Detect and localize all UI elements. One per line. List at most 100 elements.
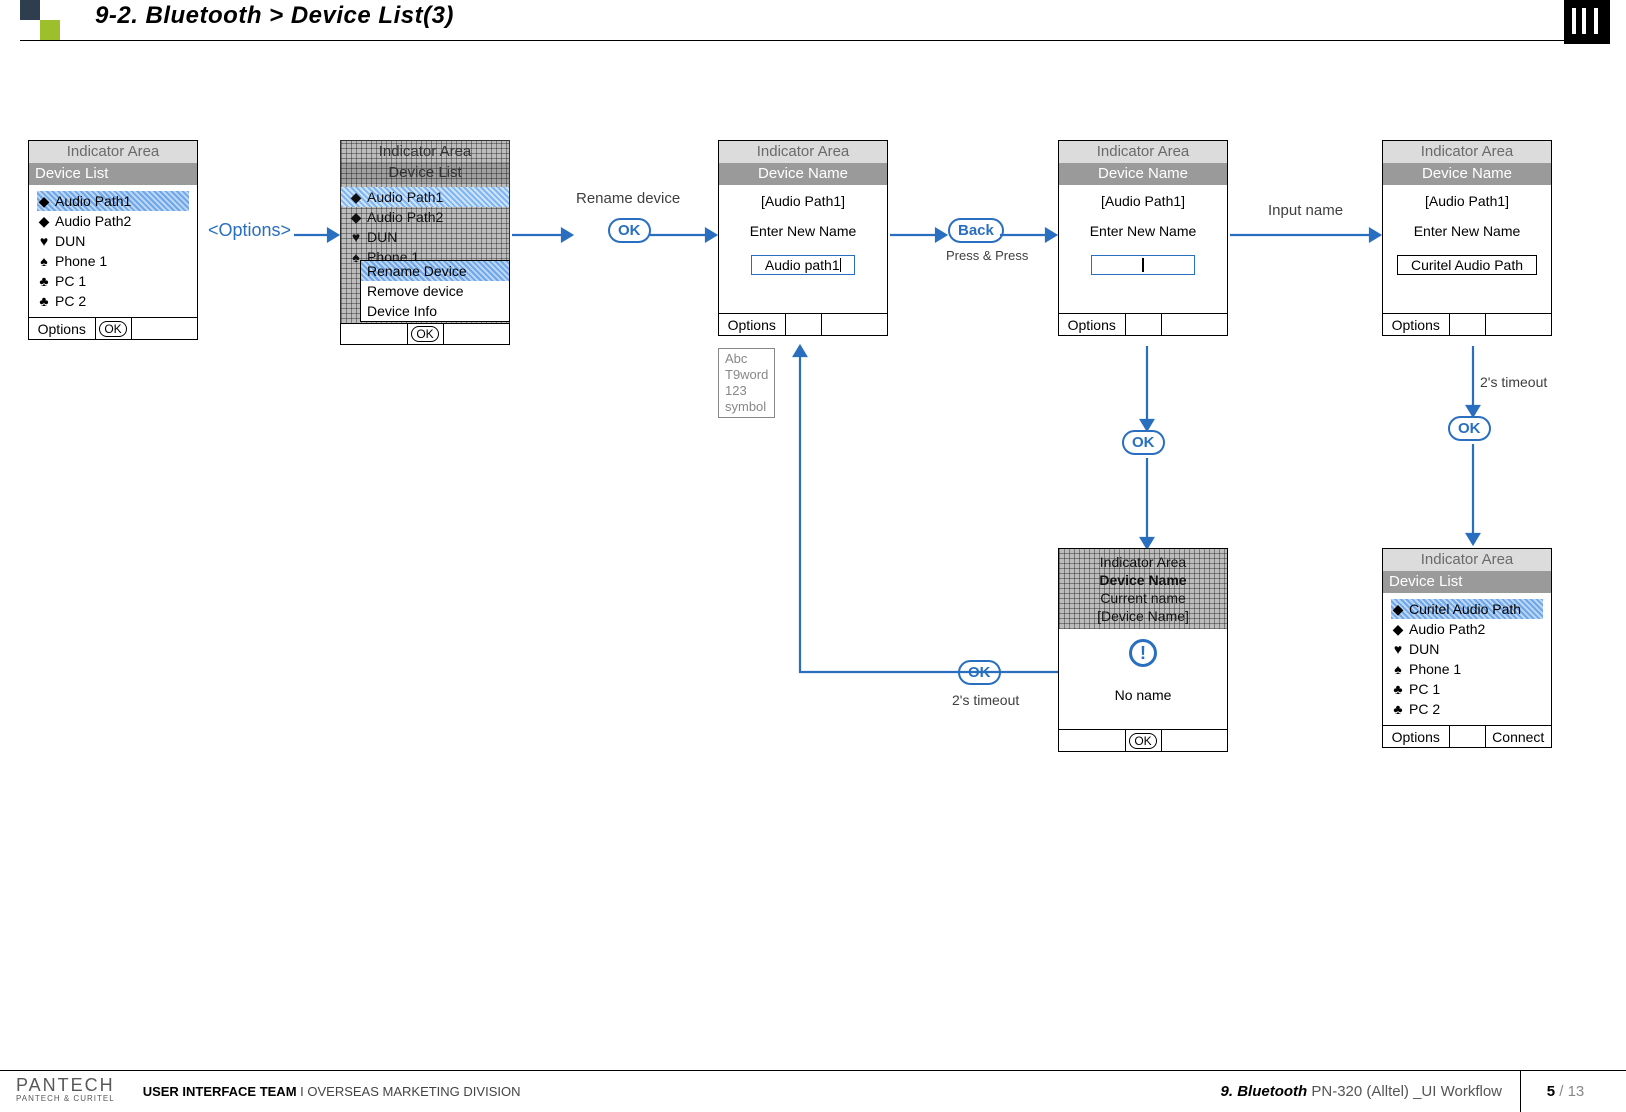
popup-item-rename[interactable]: Rename Device — [361, 261, 509, 281]
indicator-area: Indicator Area — [1383, 549, 1551, 571]
list-item-label: PC 1 — [1409, 679, 1440, 699]
ime-mode: 123 — [725, 383, 768, 399]
screen-title: Device Name — [1383, 163, 1551, 185]
list-item: ◆Audio Path1 — [341, 187, 509, 207]
indicator-area: Indicator Area — [29, 141, 197, 163]
header: 9-2. Bluetooth > Device List(3) — [0, 0, 1626, 42]
transition-label-options: <Options> — [208, 220, 291, 241]
list-item[interactable]: ◆Audio Path2 — [37, 211, 189, 231]
arrow-right-icon — [890, 228, 946, 242]
screen-no-name-alert: Indicator Area Device Name Current name … — [1058, 548, 1228, 752]
arrow-down-icon — [1466, 444, 1480, 544]
club-icon: ♣ — [37, 291, 51, 311]
softkey-left[interactable]: Options — [1383, 726, 1450, 747]
screen-title: Device List — [29, 163, 197, 185]
arrow-return-icon — [800, 346, 1060, 674]
indicator-area: Indicator Area — [719, 141, 887, 163]
arrow-right-icon — [1000, 228, 1056, 242]
list-item[interactable]: ♣PC 1 — [1391, 679, 1543, 699]
list-item: ♥DUN — [341, 227, 509, 247]
doc-title: 9. Bluetooth PN-320 (Alltel) _UI Workflo… — [1221, 1083, 1502, 1100]
list-item[interactable]: ♣PC 2 — [1391, 699, 1543, 719]
ok-pill-icon: OK — [1129, 733, 1156, 749]
ok-pill-icon[interactable]: OK — [411, 326, 438, 342]
name-input[interactable]: Audio path1 — [751, 255, 855, 275]
softkey-right[interactable] — [132, 318, 198, 339]
list-item-label: Audio Path2 — [1409, 619, 1485, 639]
ime-mode-list: Abc T9word 123 symbol — [718, 348, 775, 418]
indicator-area: Indicator Area — [1059, 141, 1227, 163]
list-item[interactable]: ◆Audio Path2 — [1391, 619, 1543, 639]
screen-title: Device List — [341, 162, 509, 183]
softkey-right[interactable] — [1486, 314, 1552, 335]
list-item: ◆Audio Path2 — [341, 207, 509, 227]
list-item-label: DUN — [1409, 639, 1439, 659]
screen-title: Device Name — [719, 163, 887, 185]
list-item[interactable]: ♣PC 2 — [37, 291, 189, 311]
list-item[interactable]: ♠Phone 1 — [1391, 659, 1543, 679]
diamond-icon: ◆ — [37, 191, 51, 211]
enter-new-name-label: Enter New Name — [1391, 221, 1543, 241]
enter-new-name-label: Enter New Name — [727, 221, 879, 241]
transition-label-input-name: Input name — [1268, 202, 1343, 219]
list-item-label: PC 2 — [1409, 699, 1440, 719]
transition-label-rename: Rename device — [576, 190, 680, 207]
arrow-down-icon — [1140, 346, 1154, 430]
brand-logo-icon — [1564, 0, 1610, 44]
ok-badge: OK — [608, 218, 651, 243]
softkey-left[interactable]: Options — [29, 318, 96, 339]
list-item-label: DUN — [55, 231, 85, 251]
arrow-right-icon — [650, 228, 716, 242]
alert-message: No name — [1067, 685, 1219, 705]
header-accent-green — [40, 20, 60, 40]
options-popup: Rename Device Remove device Device Info — [360, 260, 510, 322]
list-item[interactable]: ♥DUN — [1391, 639, 1543, 659]
back-badge: Back — [948, 218, 1004, 243]
current-name-bracket: [Audio Path1] — [1391, 191, 1543, 211]
ok-pill-icon: OK — [99, 321, 126, 337]
ime-mode: T9word — [725, 367, 768, 383]
header-accent-dark — [20, 0, 40, 20]
timeout-label: 2's timeout — [952, 692, 1019, 708]
name-input[interactable] — [1091, 255, 1195, 275]
team-label: USER INTERFACE TEAM I OVERSEAS MARKETING… — [143, 1084, 521, 1099]
diamond-icon: ◆ — [37, 211, 51, 231]
list-item-label: Phone 1 — [55, 251, 107, 271]
list-item[interactable]: ♣PC 1 — [37, 271, 189, 291]
softkey-right[interactable] — [1162, 314, 1228, 335]
footer: PANTECH PANTECH & CURITEL USER INTERFACE… — [0, 1070, 1626, 1112]
list-item[interactable]: ◆Audio Path1 — [37, 191, 189, 211]
popup-item-info[interactable]: Device Info — [361, 301, 509, 321]
screen-device-name-edit: Indicator Area Device Name [Audio Path1]… — [718, 140, 888, 336]
arrow-right-icon — [512, 228, 572, 242]
list-item[interactable]: ♠Phone 1 — [37, 251, 189, 271]
arrow-right-icon — [1230, 228, 1380, 242]
softkey-left[interactable]: Options — [1059, 314, 1126, 335]
softkey-left[interactable]: Options — [1383, 314, 1450, 335]
ime-mode: Abc — [725, 351, 768, 367]
list-item-label: Curitel Audio Path — [1409, 599, 1521, 619]
arrow-right-icon — [294, 228, 338, 242]
list-item-label: PC 1 — [55, 271, 86, 291]
diamond-icon: ◆ — [1391, 599, 1405, 619]
name-input[interactable]: Curitel Audio Path — [1397, 255, 1537, 275]
club-icon: ♣ — [1391, 679, 1405, 699]
softkey-left[interactable]: Options — [719, 314, 786, 335]
softkey-center[interactable]: OK — [96, 318, 132, 339]
screen-title: Device List — [1383, 571, 1551, 593]
list-item-label: Audio Path2 — [55, 211, 131, 231]
list-item[interactable]: ♥DUN — [37, 231, 189, 251]
screen-device-list-1: Indicator Area Device List ◆Audio Path1 … — [28, 140, 198, 340]
ok-badge: OK — [1122, 430, 1165, 455]
brand-wordmark: PANTECH PANTECH & CURITEL — [16, 1078, 115, 1106]
popup-item-remove[interactable]: Remove device — [361, 281, 509, 301]
club-icon: ♣ — [37, 271, 51, 291]
softkey-right[interactable]: Connect — [1486, 726, 1552, 747]
list-item[interactable]: ◆Curitel Audio Path — [1391, 599, 1543, 619]
ok-badge: OK — [1448, 416, 1491, 441]
screen-device-name-typed: Indicator Area Device Name [Audio Path1]… — [1382, 140, 1552, 336]
ime-mode: symbol — [725, 399, 768, 415]
softkey-right[interactable] — [822, 314, 888, 335]
softkey-center[interactable]: OK — [1126, 730, 1162, 751]
arrow-down-icon — [1466, 346, 1480, 416]
